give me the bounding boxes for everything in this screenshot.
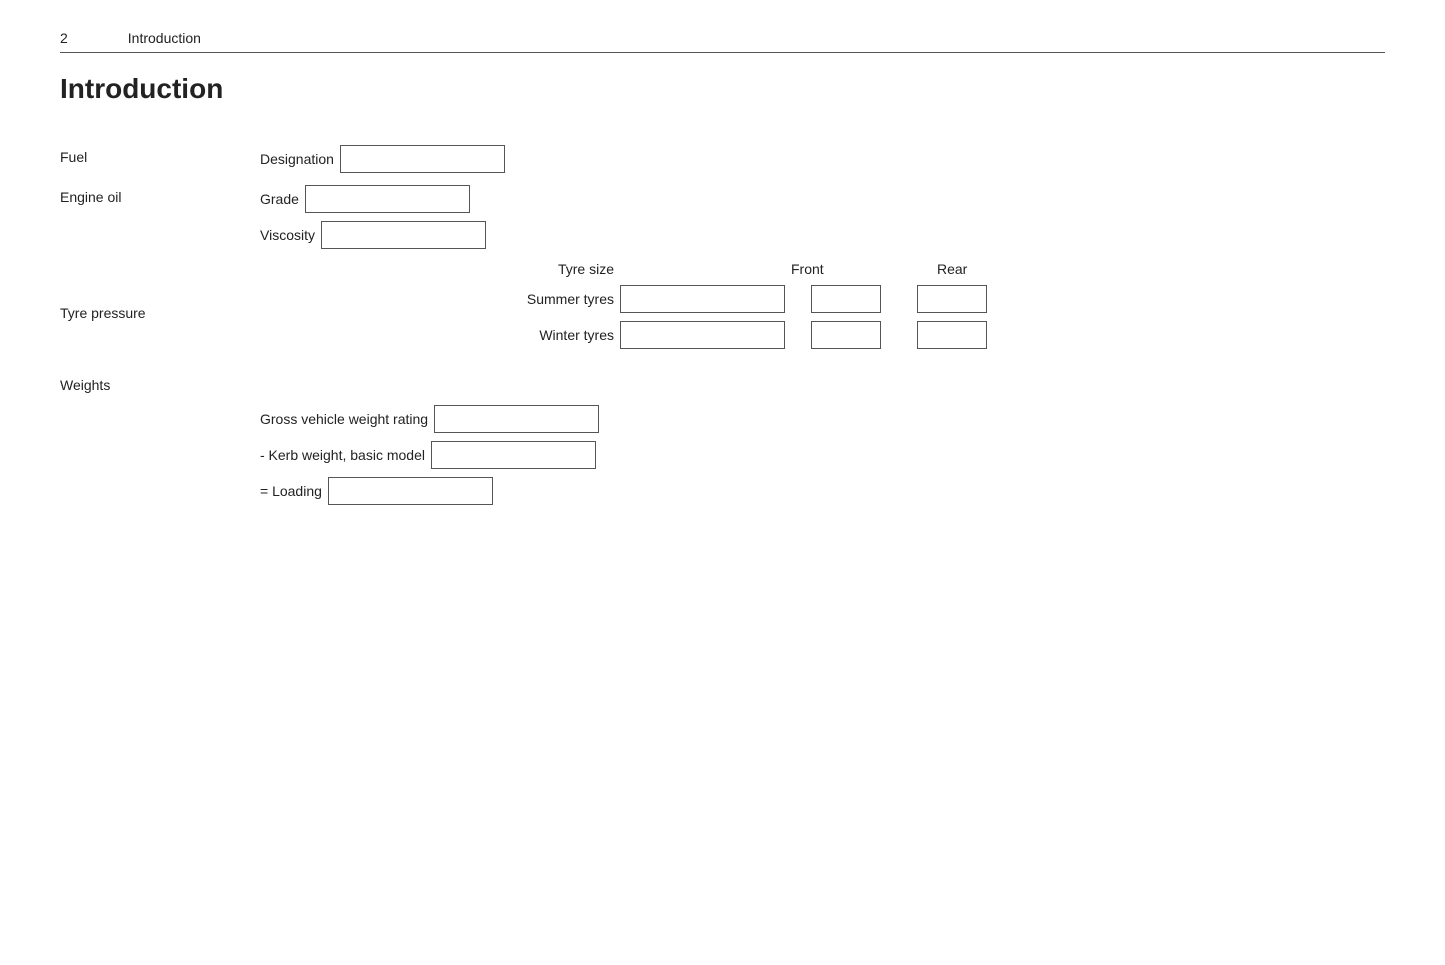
- fuel-designation-label: Designation: [260, 151, 334, 167]
- content-area: Fuel Designation Engine oil Grade Viscos…: [60, 135, 1385, 505]
- fuel-section: Fuel Designation: [60, 145, 1385, 173]
- tyre-header-row: Tyre size Front Rear: [260, 261, 1031, 277]
- engine-oil-fields: Grade Viscosity: [260, 185, 486, 249]
- gross-weight-label: Gross vehicle weight rating: [260, 411, 428, 427]
- rear-header-label: Rear: [937, 261, 967, 277]
- page-number: 2: [60, 30, 68, 46]
- gross-weight-row: Gross vehicle weight rating: [260, 405, 1385, 433]
- page-title: Introduction: [60, 73, 1385, 105]
- fuel-designation-input[interactable]: [340, 145, 505, 173]
- tyre-size-header-label: Tyre size: [558, 261, 614, 277]
- loading-input[interactable]: [328, 477, 493, 505]
- winter-tyres-row: Winter tyres: [260, 321, 1031, 349]
- engine-oil-label: Engine oil: [60, 185, 260, 205]
- summer-front-input[interactable]: [811, 285, 881, 313]
- kerb-weight-label: - Kerb weight, basic model: [260, 447, 425, 463]
- fuel-designation-row: Designation: [260, 145, 505, 173]
- gross-weight-input[interactable]: [434, 405, 599, 433]
- engine-oil-grade-label: Grade: [260, 191, 299, 207]
- page-header: 2 Introduction: [60, 30, 1385, 53]
- summer-tyres-row: Summer tyres: [260, 285, 1031, 313]
- winter-size-input[interactable]: [620, 321, 785, 349]
- engine-oil-grade-row: Grade: [260, 185, 486, 213]
- weights-fields: Gross vehicle weight rating - Kerb weigh…: [260, 405, 1385, 505]
- loading-row: = Loading: [260, 477, 1385, 505]
- summer-tyres-label: Summer tyres: [260, 291, 620, 307]
- summer-rear-input[interactable]: [917, 285, 987, 313]
- fuel-fields: Designation: [260, 145, 505, 173]
- fuel-label: Fuel: [60, 145, 260, 165]
- engine-oil-section: Engine oil Grade Viscosity: [60, 185, 1385, 249]
- tyre-front-col-header: Front: [791, 261, 901, 277]
- front-header-label: Front: [791, 261, 824, 277]
- engine-oil-viscosity-input[interactable]: [321, 221, 486, 249]
- winter-tyres-label: Winter tyres: [260, 327, 620, 343]
- kerb-weight-row: - Kerb weight, basic model: [260, 441, 1385, 469]
- winter-rear-input[interactable]: [917, 321, 987, 349]
- tyre-rear-col-header: Rear: [901, 261, 1031, 277]
- tyre-fields: Tyre size Front Rear Summer tyres: [260, 261, 1031, 357]
- engine-oil-viscosity-label: Viscosity: [260, 227, 315, 243]
- weights-section: Weights Gross vehicle weight rating - Ke…: [60, 377, 1385, 505]
- page-container: 2 Introduction Introduction Fuel Designa…: [0, 0, 1445, 535]
- engine-oil-grade-input[interactable]: [305, 185, 470, 213]
- winter-front-input[interactable]: [811, 321, 881, 349]
- tyre-pressure-section: Tyre pressure Tyre size Front Rear: [60, 261, 1385, 357]
- header-title: Introduction: [128, 30, 201, 46]
- engine-oil-viscosity-row: Viscosity: [260, 221, 486, 249]
- kerb-weight-input[interactable]: [431, 441, 596, 469]
- summer-size-input[interactable]: [620, 285, 785, 313]
- tyre-pressure-label: Tyre pressure: [60, 261, 260, 321]
- tyre-size-col-header: Tyre size: [260, 261, 620, 277]
- weights-label: Weights: [60, 377, 1385, 393]
- loading-label: = Loading: [260, 483, 322, 499]
